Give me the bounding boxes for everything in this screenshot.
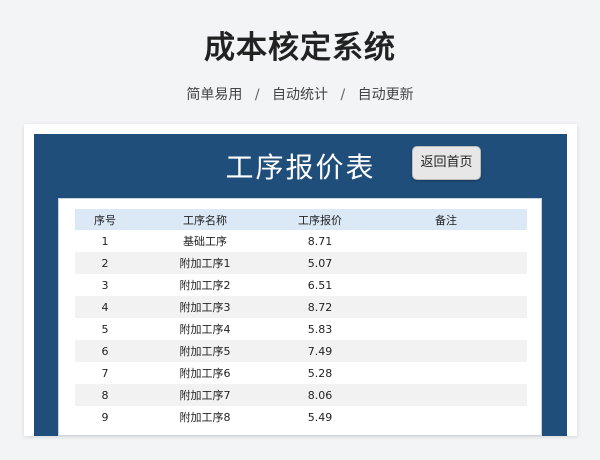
cell-process-price[interactable]: 6.51 [275,274,365,296]
table-row: 6 附加工序5 7.49 [75,340,527,362]
process-price-table: 序号 工序名称 工序报价 备注 1 基础工序 8.71 2 附加工序1 5.07 3 附加工序… [75,209,527,428]
cell-index[interactable]: 5 [75,318,135,340]
cell-remark[interactable] [365,384,527,406]
sheet-banner: 工序报价表 返回首页 序号 工序名称 工序报价 备注 1 基础工序 8.71 2 附加工… [34,134,567,436]
cell-process-price[interactable]: 8.71 [275,230,365,252]
tagline-item: 自动统计 [272,87,328,103]
cell-index[interactable]: 3 [75,274,135,296]
col-header-index: 序号 [75,209,135,230]
cell-process-name[interactable]: 附加工序3 [135,296,275,318]
spreadsheet-area: 序号 工序名称 工序报价 备注 1 基础工序 8.71 2 附加工序1 5.07 3 附加工序… [58,198,542,436]
cell-process-price[interactable]: 5.07 [275,252,365,274]
table-row: 9 附加工序8 5.49 [75,406,527,428]
page-title: 成本核定系统 [204,30,396,66]
table-row: 2 附加工序1 5.07 [75,252,527,274]
cell-process-name[interactable]: 附加工序1 [135,252,275,274]
cell-remark[interactable] [365,296,527,318]
tagline: 简单易用 / 自动统计 / 自动更新 [0,84,600,104]
table-header-row: 序号 工序名称 工序报价 备注 [75,209,527,230]
preview-card: 工序报价表 返回首页 序号 工序名称 工序报价 备注 1 基础工序 8.71 2 附加工… [24,124,577,436]
cell-process-name[interactable]: 附加工序6 [135,362,275,384]
cell-remark[interactable] [365,406,527,428]
tagline-item: 自动更新 [357,87,414,103]
table-row: 5 附加工序4 5.83 [75,318,527,340]
tagline-item: 简单易用 [186,87,243,103]
tagline-separator: / [254,87,260,103]
col-header-remark: 备注 [365,209,527,230]
tagline-separator: / [340,87,346,103]
cell-remark[interactable] [365,230,527,252]
cell-process-name[interactable]: 基础工序 [135,230,275,252]
cell-index[interactable]: 2 [75,252,135,274]
cell-process-price[interactable]: 8.72 [275,296,365,318]
cell-remark[interactable] [365,318,527,340]
cell-process-price[interactable]: 8.06 [275,384,365,406]
table-row: 1 基础工序 8.71 [75,230,527,252]
table-body: 1 基础工序 8.71 2 附加工序1 5.07 3 附加工序2 6.51 4 附加工序3 8.72 5… [75,230,527,428]
cell-index[interactable]: 7 [75,362,135,384]
cell-process-name[interactable]: 附加工序4 [135,318,275,340]
cell-index[interactable]: 8 [75,384,135,406]
cell-index[interactable]: 6 [75,340,135,362]
cell-process-name[interactable]: 附加工序2 [135,274,275,296]
table-row: 3 附加工序2 6.51 [75,274,527,296]
cell-remark[interactable] [365,274,527,296]
table-row: 7 附加工序6 5.28 [75,362,527,384]
cell-remark[interactable] [365,340,527,362]
cell-process-name[interactable]: 附加工序8 [135,406,275,428]
cell-remark[interactable] [365,252,527,274]
cell-process-price[interactable]: 5.83 [275,318,365,340]
cell-process-name[interactable]: 附加工序7 [135,384,275,406]
cell-index[interactable]: 9 [75,406,135,428]
cell-process-price[interactable]: 5.28 [275,362,365,384]
cell-process-price[interactable]: 5.49 [275,406,365,428]
cell-index[interactable]: 1 [75,230,135,252]
cell-process-name[interactable]: 附加工序5 [135,340,275,362]
col-header-process-price: 工序报价 [275,209,365,230]
table-row: 4 附加工序3 8.72 [75,296,527,318]
back-home-button[interactable]: 返回首页 [412,146,481,180]
col-header-process-name: 工序名称 [135,209,275,230]
table-row: 8 附加工序7 8.06 [75,384,527,406]
sheet-title: 工序报价表 [225,151,376,184]
cell-process-price[interactable]: 7.49 [275,340,365,362]
cell-index[interactable]: 4 [75,296,135,318]
cell-remark[interactable] [365,362,527,384]
